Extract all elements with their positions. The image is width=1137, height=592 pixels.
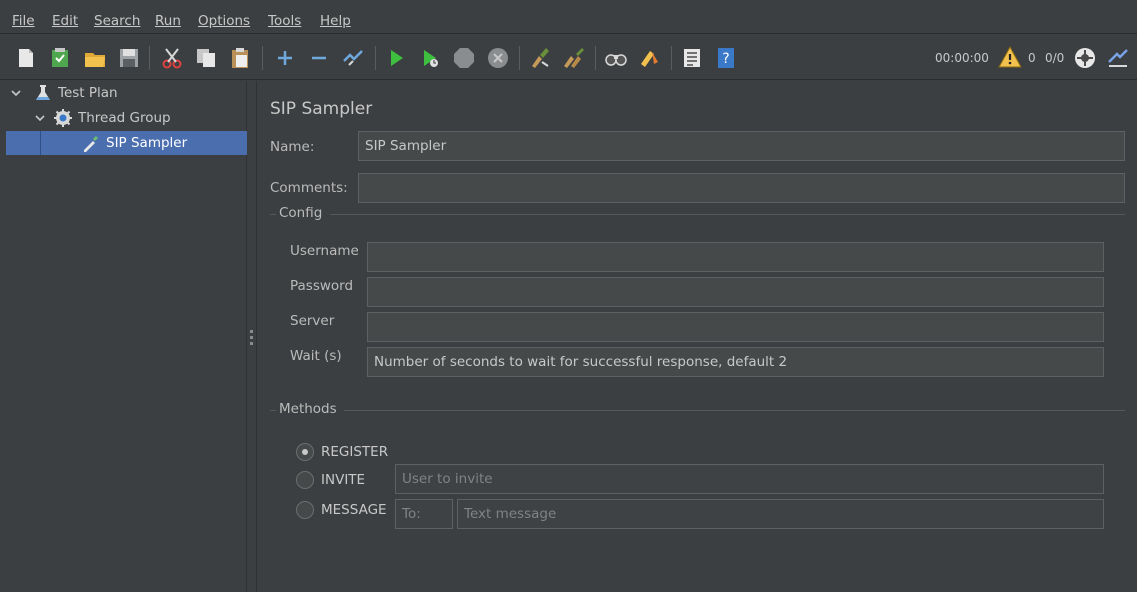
clear-all-icon[interactable] xyxy=(562,46,586,70)
cut-icon[interactable] xyxy=(160,46,184,70)
reset-search-icon[interactable] xyxy=(638,46,662,70)
function-helper-icon[interactable] xyxy=(680,46,704,70)
message-text-field[interactable]: Text message xyxy=(457,499,1104,529)
stop-icon[interactable] xyxy=(452,46,476,70)
test-plan-tree: Test Plan Thread Group SIP Sampler xyxy=(6,81,247,592)
gear-icon xyxy=(54,109,72,127)
menu-edit[interactable]: Edit xyxy=(52,13,78,29)
invite-radio[interactable] xyxy=(296,471,314,489)
name-label: Name: xyxy=(270,139,315,155)
register-label[interactable]: REGISTER xyxy=(321,444,388,460)
remote-icon[interactable] xyxy=(1073,46,1097,70)
toolbar-separator xyxy=(671,46,672,70)
warning-icon[interactable] xyxy=(998,45,1022,69)
tree-item-test-plan[interactable]: Test Plan xyxy=(10,81,240,105)
config-border xyxy=(270,214,276,215)
name-field[interactable]: SIP Sampler xyxy=(358,131,1125,161)
menu-options[interactable]: Options xyxy=(198,13,250,29)
tree-item-label: Thread Group xyxy=(78,110,171,126)
shutdown-icon[interactable] xyxy=(486,46,510,70)
menu-file[interactable]: File xyxy=(12,13,35,29)
collapse-icon[interactable] xyxy=(307,46,331,70)
tree-item-sip-sampler[interactable]: SIP Sampler xyxy=(6,131,247,155)
tree-guide-line xyxy=(40,131,41,155)
methods-border xyxy=(270,410,276,411)
config-legend: Config xyxy=(279,205,323,221)
toolbar-separator xyxy=(262,46,263,70)
message-label[interactable]: MESSAGE xyxy=(321,502,387,518)
comments-field[interactable] xyxy=(358,173,1125,203)
elapsed-timer: 00:00:00 xyxy=(935,51,989,65)
toolbar-separator xyxy=(375,46,376,70)
toggle-icon[interactable] xyxy=(341,46,365,70)
save-icon[interactable] xyxy=(117,46,141,70)
help-icon[interactable]: ? xyxy=(714,46,738,70)
menu-search[interactable]: Search xyxy=(94,13,140,29)
new-icon[interactable] xyxy=(14,46,38,70)
toolbar-separator xyxy=(595,46,596,70)
username-label: Username xyxy=(290,243,359,259)
invite-label[interactable]: INVITE xyxy=(321,472,365,488)
templates-icon[interactable] xyxy=(48,46,72,70)
flask-icon xyxy=(34,84,52,102)
comments-label: Comments: xyxy=(270,180,348,196)
dropper-icon xyxy=(82,134,100,152)
expand-icon[interactable] xyxy=(273,46,297,70)
methods-legend: Methods xyxy=(279,401,337,417)
svg-text:?: ? xyxy=(722,51,729,67)
toolbar-separator xyxy=(519,46,520,70)
search-icon[interactable] xyxy=(604,46,628,70)
toolbar-separator xyxy=(149,46,150,70)
tree-item-thread-group[interactable]: Thread Group xyxy=(34,106,244,130)
clear-icon[interactable] xyxy=(528,46,552,70)
menu-bar: File Edit Search Run Options Tools Help xyxy=(0,0,1137,34)
copy-icon[interactable] xyxy=(194,46,218,70)
log-icon[interactable] xyxy=(1106,46,1130,70)
open-icon[interactable] xyxy=(83,46,107,70)
toolbar: ? 00:00:00 0 0/0 xyxy=(0,34,1137,80)
menu-run[interactable]: Run xyxy=(155,13,181,29)
paste-icon[interactable] xyxy=(228,46,252,70)
splitter-grip xyxy=(250,330,253,333)
config-border xyxy=(330,214,1125,215)
menu-help[interactable]: Help xyxy=(320,13,351,29)
start-no-timers-icon[interactable] xyxy=(418,46,442,70)
username-field[interactable] xyxy=(367,242,1104,272)
chevron-down-icon[interactable] xyxy=(10,87,22,99)
invite-user-field[interactable]: User to invite xyxy=(395,464,1104,494)
page-title: SIP Sampler xyxy=(270,99,373,119)
password-field[interactable] xyxy=(367,277,1104,307)
chevron-down-icon[interactable] xyxy=(34,112,46,124)
warning-count: 0 xyxy=(1028,51,1036,65)
splitter-grip xyxy=(250,336,253,339)
menu-tools[interactable]: Tools xyxy=(268,13,301,29)
sampler-panel: SIP Sampler Name: SIP Sampler Comments: … xyxy=(258,81,1137,592)
message-to-field[interactable]: To: xyxy=(395,499,453,529)
splitter-grip xyxy=(250,342,253,345)
wait-field[interactable]: Number of seconds to wait for successful… xyxy=(367,347,1104,377)
wait-label: Wait (s) xyxy=(290,348,342,364)
register-radio[interactable] xyxy=(296,443,314,461)
tree-item-label: Test Plan xyxy=(58,85,118,101)
tree-item-label: SIP Sampler xyxy=(106,135,188,151)
start-icon[interactable] xyxy=(384,46,408,70)
active-thread-count: 0/0 xyxy=(1045,51,1065,65)
password-label: Password xyxy=(290,278,354,294)
server-field[interactable] xyxy=(367,312,1104,342)
panel-splitter[interactable] xyxy=(247,81,257,592)
message-radio[interactable] xyxy=(296,501,314,519)
methods-border xyxy=(344,410,1125,411)
server-label: Server xyxy=(290,313,335,329)
